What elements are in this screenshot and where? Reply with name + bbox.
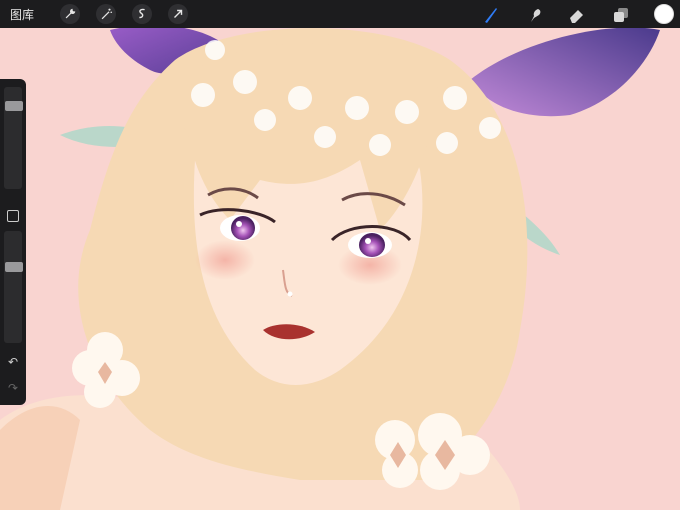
left-sidebar: ↶ ↷ [0, 79, 26, 405]
selection-icon[interactable] [132, 4, 153, 24]
brush-icon[interactable] [480, 4, 502, 26]
wrench-icon[interactable] [60, 4, 81, 24]
layers-icon[interactable] [610, 4, 632, 26]
top-toolbar: 图库 [0, 0, 680, 28]
magic-wand-icon[interactable] [96, 4, 117, 24]
color-picker-button[interactable] [654, 4, 674, 24]
opacity-slider[interactable] [4, 231, 23, 343]
brush-size-slider[interactable] [4, 87, 23, 189]
smudge-icon[interactable] [524, 4, 546, 26]
brush-size-knob[interactable] [5, 101, 23, 111]
transform-arrow-icon[interactable] [168, 4, 189, 24]
opacity-knob[interactable] [5, 262, 23, 272]
artwork-canvas[interactable] [0, 0, 680, 510]
undo-icon[interactable]: ↶ [5, 355, 21, 369]
gallery-button[interactable]: 图库 [10, 6, 34, 23]
modify-square-icon[interactable] [7, 210, 19, 222]
eraser-icon[interactable] [566, 4, 588, 26]
redo-icon[interactable]: ↷ [5, 381, 21, 395]
